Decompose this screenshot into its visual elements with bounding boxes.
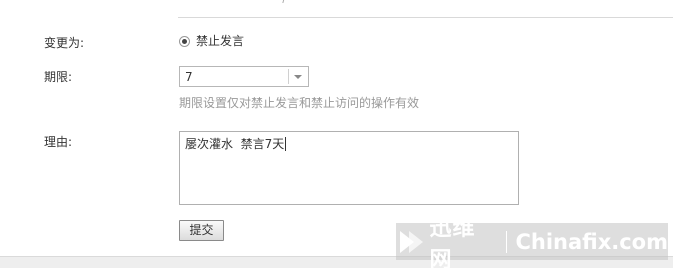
section-divider xyxy=(178,17,673,18)
watermark-separator xyxy=(505,230,508,253)
text-caret xyxy=(285,137,287,151)
period-select-value: 7 xyxy=(185,70,193,84)
reason-label: 理由: xyxy=(44,135,73,149)
mute-option-label[interactable]: 禁止发言 xyxy=(196,34,244,48)
reason-textarea[interactable]: 屡次灌水 禁言7天 xyxy=(179,131,519,205)
select-divider xyxy=(288,69,289,84)
mute-radio-option[interactable]: 禁止发言 xyxy=(179,34,244,48)
chevron-down-icon[interactable] xyxy=(294,75,302,79)
period-label: 期限: xyxy=(44,70,73,84)
period-hint: 期限设置仅对禁止发言和禁止访问的操作有效 xyxy=(179,96,420,110)
watermark: 迅维网 Chinafix.com xyxy=(396,216,668,273)
watermark-en-text: Chinafix.com xyxy=(515,229,668,254)
top-area xyxy=(0,0,673,6)
period-select[interactable]: 7 xyxy=(179,66,309,87)
reason-text: 屡次灌水 禁言7天 xyxy=(185,137,287,151)
watermark-cn-text: 迅维网 xyxy=(429,215,476,273)
change-to-label: 变更为: xyxy=(44,36,85,50)
radio-dot-icon xyxy=(182,38,187,44)
watermark-logo-icon xyxy=(396,223,428,260)
radio-button-selected[interactable] xyxy=(179,35,190,47)
submit-button[interactable]: 提交 xyxy=(179,220,224,241)
